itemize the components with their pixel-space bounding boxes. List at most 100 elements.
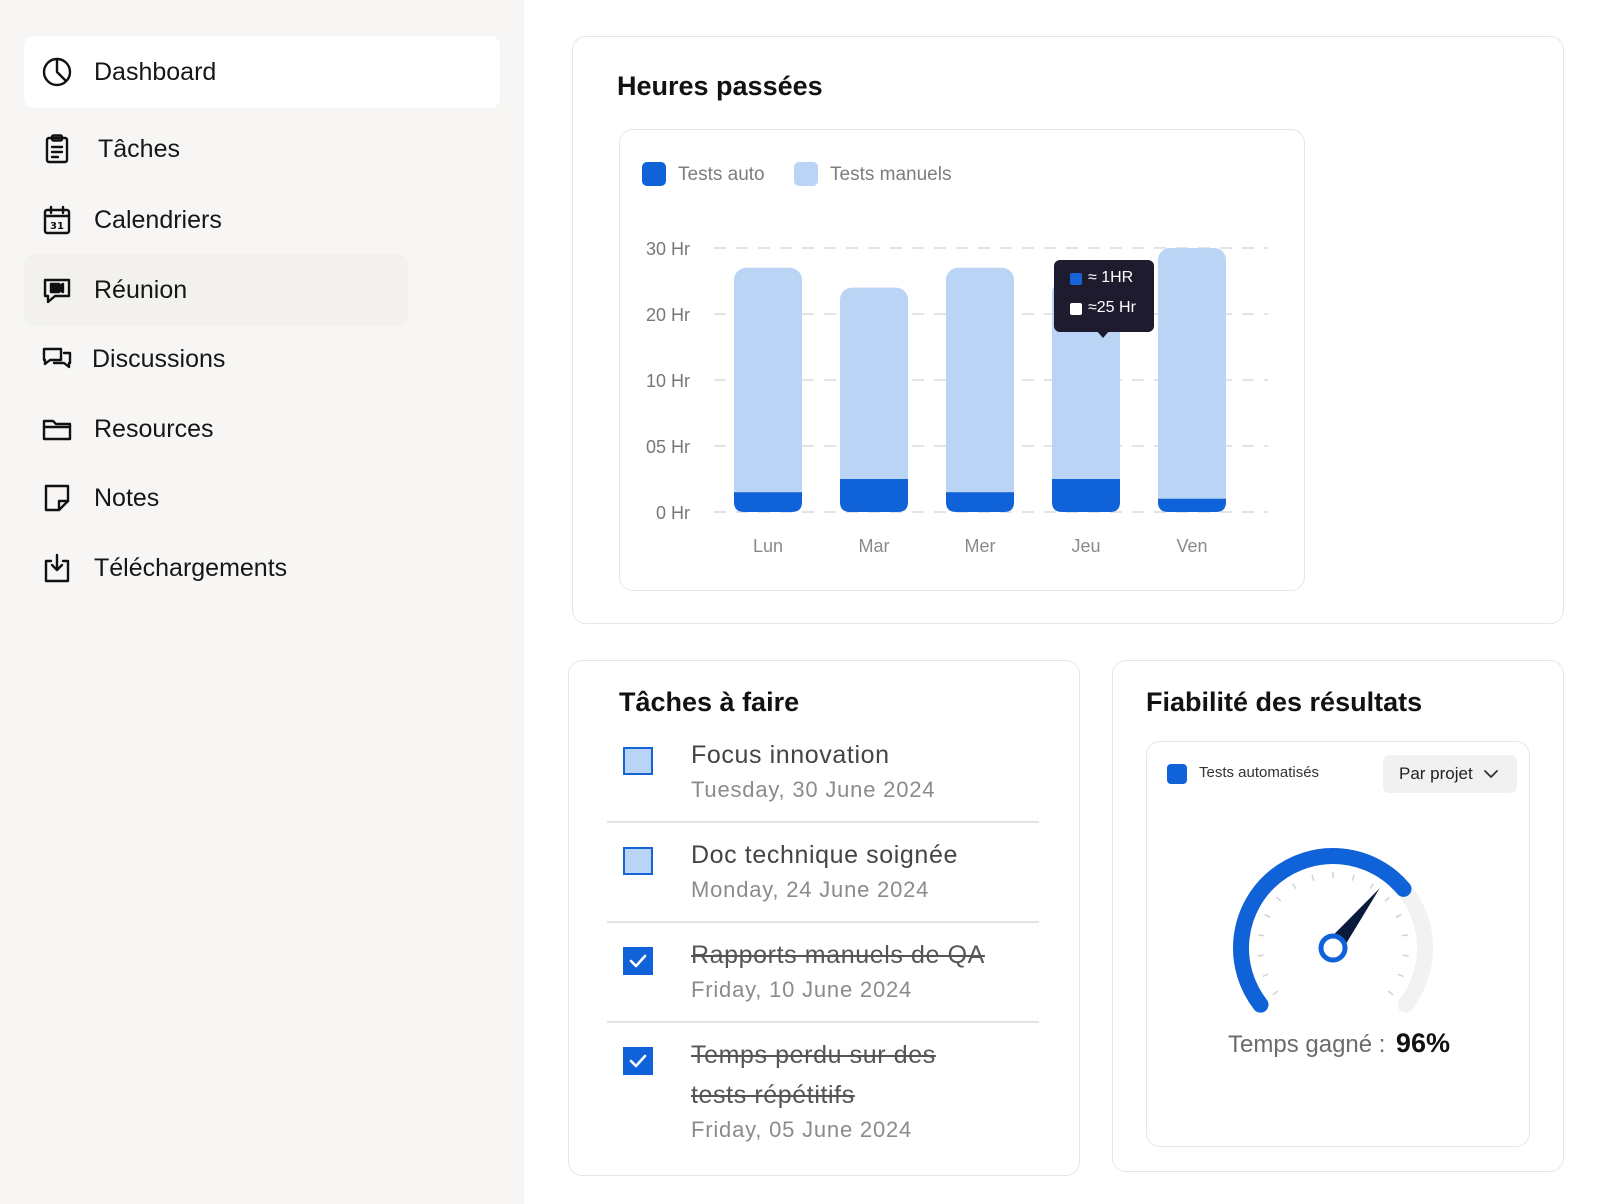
task-date: Friday, 05 June 2024 xyxy=(691,1117,913,1142)
tasks-card-title: Tâches à faire xyxy=(619,687,800,717)
sidebar-item-reunion[interactable]: Réunion xyxy=(24,254,408,326)
dropdown-value: Par projet xyxy=(1399,764,1473,783)
x-tick-label: Jeu xyxy=(1071,536,1100,556)
tooltip-auto-value: ≈ 1HR xyxy=(1088,269,1134,286)
chevron-down-icon xyxy=(1483,770,1498,778)
task-checkbox[interactable] xyxy=(623,747,653,775)
tooltip-swatch-manual xyxy=(1070,303,1082,315)
gauge-tick xyxy=(1257,954,1264,957)
task-checkbox[interactable] xyxy=(623,947,653,975)
gauge-value: 96% xyxy=(1395,1028,1450,1058)
chat-bubbles-icon xyxy=(40,342,74,376)
sidebar-item-telechargements[interactable]: Téléchargements xyxy=(24,532,500,604)
sidebar-item-label: Discussions xyxy=(92,344,226,373)
gauge-tick xyxy=(1292,883,1297,890)
bar-auto xyxy=(1158,498,1226,512)
bar-manual xyxy=(734,267,802,512)
bar-auto xyxy=(1052,479,1120,512)
task-divider xyxy=(607,921,1039,923)
check-icon xyxy=(629,954,647,968)
bar-manual xyxy=(1158,248,1226,512)
gauge-tick xyxy=(1264,914,1271,918)
task-title: Doc technique soignée xyxy=(691,841,958,869)
x-tick-label: Mer xyxy=(965,536,996,556)
x-tick-label: Lun xyxy=(753,536,783,556)
group-by-dropdown[interactable]: Par projet xyxy=(1383,755,1517,793)
gauge-readout: Temps gagné : 96% xyxy=(1147,1028,1531,1059)
sidebar-item-dashboard[interactable]: Dashboard xyxy=(24,36,500,108)
hours-bar-chart: 0 Hr 05 Hr 10 Hr 20 Hr 30 Hr Lun Mar Mer Jeu Ven xyxy=(646,239,1268,556)
note-icon xyxy=(40,481,74,515)
gauge-tick xyxy=(1262,973,1269,978)
task-date: Friday, 10 June 2024 xyxy=(691,977,913,1002)
legend-label-automated: Tests automatisés xyxy=(1199,764,1320,781)
gauge-box: Tests automatisés Par projet Temps gagné… xyxy=(1146,741,1530,1147)
sidebar-item-label: Dashboard xyxy=(94,57,217,86)
y-tick-label: 30 Hr xyxy=(646,239,690,259)
sidebar-item-label: Téléchargements xyxy=(94,553,288,582)
gauge-label: Temps gagné : xyxy=(1228,1031,1386,1058)
bar-manual xyxy=(840,287,908,512)
clipboard-icon xyxy=(40,132,74,166)
sidebar-item-calendriers[interactable]: 31 Calendriers xyxy=(24,184,500,256)
hours-card-title: Heures passées xyxy=(617,71,823,101)
sidebar: Dashboard Tâches 31 Calendriers Réunion … xyxy=(0,0,524,1204)
task-divider xyxy=(607,821,1039,823)
hours-chart-box: Tests auto Tests manuels 0 Hr 05 Hr 10 Hr 2… xyxy=(619,129,1305,591)
tasks-card: Tâches à faire Focus innovation Tuesday,… xyxy=(568,660,1080,1176)
x-tick-label: Mar xyxy=(859,536,890,556)
gauge-tick xyxy=(1272,990,1279,996)
task-checkbox[interactable] xyxy=(623,847,653,875)
tooltip-arrow xyxy=(1096,330,1110,338)
svg-text:31: 31 xyxy=(50,221,64,232)
task-title-line1: Temps perdu sur des xyxy=(691,1041,936,1069)
task-title: Rapports manuels de QA xyxy=(691,941,985,969)
reliability-card-title: Fiabilité des résultats xyxy=(1146,687,1423,717)
gauge-tick xyxy=(1311,874,1315,881)
task-date: Tuesday, 30 June 2024 xyxy=(691,777,936,802)
sidebar-item-label: Réunion xyxy=(94,275,188,304)
sidebar-item-label: Notes xyxy=(94,483,160,512)
bar-auto xyxy=(734,492,802,512)
tooltip-swatch-auto xyxy=(1070,273,1082,285)
gauge-tick xyxy=(1384,896,1390,902)
gauge-tick xyxy=(1351,874,1355,881)
gauge-tick xyxy=(1276,896,1282,902)
y-tick-label: 05 Hr xyxy=(646,437,690,457)
chat-video-icon xyxy=(40,273,74,307)
task-title-line2: tests répétitifs xyxy=(691,1081,855,1109)
sidebar-item-discussions[interactable]: Discussions xyxy=(24,323,500,395)
reliability-card: Fiabilité des résultats Tests automatisé… xyxy=(1112,660,1564,1172)
gauge-tick xyxy=(1369,883,1374,890)
sidebar-item-label: Resources xyxy=(94,414,214,443)
y-tick-label: 0 Hr xyxy=(656,503,690,523)
check-icon xyxy=(629,1054,647,1068)
calendar-icon: 31 xyxy=(40,203,74,237)
sidebar-item-taches[interactable]: Tâches xyxy=(24,113,500,185)
bar-auto xyxy=(946,492,1014,512)
y-tick-label: 20 Hr xyxy=(646,305,690,325)
sidebar-item-label: Tâches xyxy=(98,134,180,163)
bar-manual xyxy=(946,267,1014,512)
task-item[interactable]: Rapports manuels de QA Friday, 10 June 2… xyxy=(607,933,1039,1027)
task-item[interactable]: Temps perdu sur des tests répétitifs Fri… xyxy=(607,1033,1039,1167)
task-item[interactable]: Doc technique soignée Monday, 24 June 20… xyxy=(607,833,1039,927)
gauge-tick xyxy=(1401,934,1408,937)
tooltip-manual-value: ≈25 Hr xyxy=(1088,299,1136,316)
gauge-tick xyxy=(1387,990,1394,996)
gauge-pivot xyxy=(1318,933,1348,963)
gauge-tick xyxy=(1402,954,1409,957)
task-checkbox[interactable] xyxy=(623,1047,653,1075)
task-divider xyxy=(607,1021,1039,1023)
task-item[interactable]: Focus innovation Tuesday, 30 June 2024 xyxy=(607,733,1039,827)
x-tick-label: Ven xyxy=(1176,536,1207,556)
gauge-tick xyxy=(1397,973,1404,978)
hours-card: Heures passées Tests auto Tests manuels … xyxy=(572,36,1564,624)
sidebar-item-resources[interactable]: Resources xyxy=(24,393,500,465)
sidebar-item-label: Calendriers xyxy=(94,205,222,234)
task-title: Focus innovation xyxy=(691,741,890,769)
folder-icon xyxy=(40,412,74,446)
y-tick-label: 10 Hr xyxy=(646,371,690,391)
sidebar-item-notes[interactable]: Notes xyxy=(24,462,500,534)
gauge-chart xyxy=(1233,848,1433,1013)
